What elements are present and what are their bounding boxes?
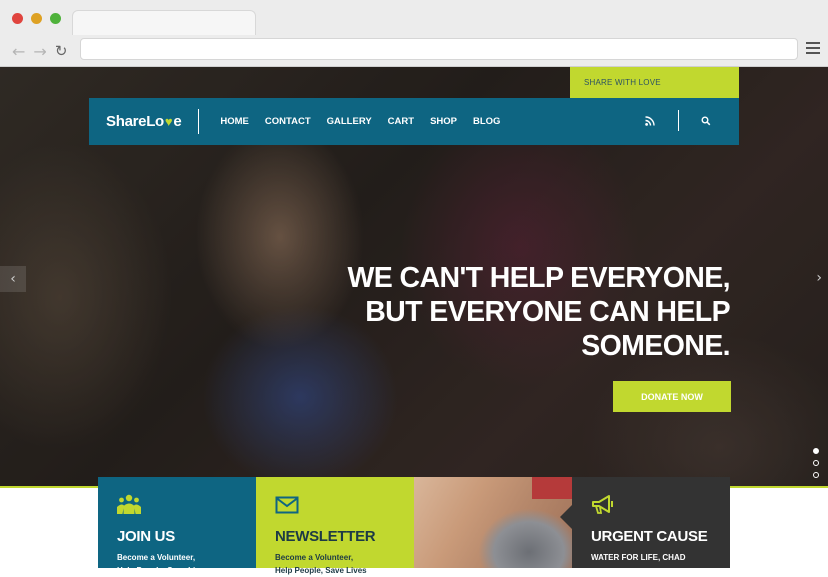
newsletter-text: Become a Volunteer, Help People, Save Li…	[275, 551, 414, 577]
envelope-icon	[275, 496, 299, 514]
back-arrow-icon[interactable]: ←	[12, 42, 25, 61]
join-us-line-1: Become a Volunteer,	[117, 553, 196, 562]
forward-arrow-icon[interactable]: →	[33, 42, 46, 61]
newsletter-line-1: Become a Volunteer,	[275, 553, 354, 562]
urgent-cause-box[interactable]: URGENT CAUSE WATER FOR LIFE, CHAD	[560, 477, 730, 568]
nav-item-contact[interactable]: CONTACT	[265, 116, 311, 127]
headline-line-3: SOMEONE.	[581, 330, 730, 362]
headline-line-2: BUT EVERYONE CAN HELP	[365, 296, 730, 328]
address-bar[interactable]	[80, 38, 798, 60]
feature-boxes: JOIN US Become a Volunteer, Help People,…	[98, 477, 730, 575]
slider-next-arrow-icon[interactable]: ›	[816, 270, 822, 286]
nav-item-blog[interactable]: BLOG	[473, 116, 500, 127]
rss-icon[interactable]	[645, 116, 655, 126]
hero-slider: SHARE WITH LOVE ShareLo ♥ e HOME CONTACT G…	[0, 67, 828, 486]
reload-icon[interactable]: ↻	[55, 42, 68, 61]
slide-dot-3[interactable]	[813, 472, 819, 478]
newsletter-box[interactable]: NEWSLETTER Become a Volunteer, Help Peop…	[256, 477, 414, 575]
logo-text-prefix: ShareLo	[106, 113, 164, 130]
donate-now-button[interactable]: DONATE NOW	[613, 381, 731, 412]
hamburger-menu-icon[interactable]	[806, 42, 820, 54]
share-with-love-tab[interactable]: SHARE WITH LOVE	[570, 67, 739, 98]
minimize-window-button[interactable]	[31, 13, 42, 24]
logo-text-suffix: e	[173, 113, 182, 130]
nav-item-home[interactable]: HOME	[220, 116, 249, 127]
join-us-box[interactable]: JOIN US Become a Volunteer, Help People,…	[98, 477, 256, 575]
slider-prev-arrow-icon[interactable]: ‹	[0, 266, 26, 292]
search-icon[interactable]	[701, 116, 711, 126]
newsletter-line-2: Help People, Save Lives	[275, 566, 367, 575]
join-us-title: JOIN US	[117, 528, 175, 545]
photo-red-detail	[532, 477, 572, 499]
nav-item-shop[interactable]: SHOP	[430, 116, 457, 127]
slide-dot-2[interactable]	[813, 460, 819, 466]
main-navigation: ShareLo ♥ e HOME CONTACT GALLERY CART SHOP…	[89, 98, 739, 145]
hero-headline: WE CAN'T HELP EVERYONE, BUT EVERYONE CAN…	[347, 261, 730, 363]
logo-divider	[198, 109, 200, 134]
nav-divider	[678, 110, 679, 131]
browser-tab[interactable]	[72, 10, 256, 35]
site-logo[interactable]: ShareLo ♥ e	[106, 113, 182, 130]
people-group-icon	[117, 494, 141, 514]
maximize-window-button[interactable]	[50, 13, 61, 24]
slider-pagination	[813, 448, 819, 478]
newsletter-title: NEWSLETTER	[275, 528, 376, 545]
join-us-text: Become a Volunteer, Help People, Save Li…	[117, 551, 256, 577]
cause-photo	[414, 477, 572, 568]
heart-icon: ♥	[164, 114, 173, 129]
nav-item-cart[interactable]: CART	[388, 116, 414, 127]
headline-line-1: WE CAN'T HELP EVERYONE,	[347, 262, 730, 294]
slide-dot-1[interactable]	[813, 448, 819, 454]
megaphone-icon	[592, 495, 613, 514]
urgent-cause-text: WATER FOR LIFE, CHAD	[591, 553, 686, 562]
join-us-line-2: Help People, Save Lives	[117, 566, 209, 575]
close-window-button[interactable]	[12, 13, 23, 24]
urgent-cause-title: URGENT CAUSE	[591, 528, 708, 545]
browser-chrome: ← → ↻	[0, 0, 828, 67]
nav-item-gallery[interactable]: GALLERY	[327, 116, 372, 127]
